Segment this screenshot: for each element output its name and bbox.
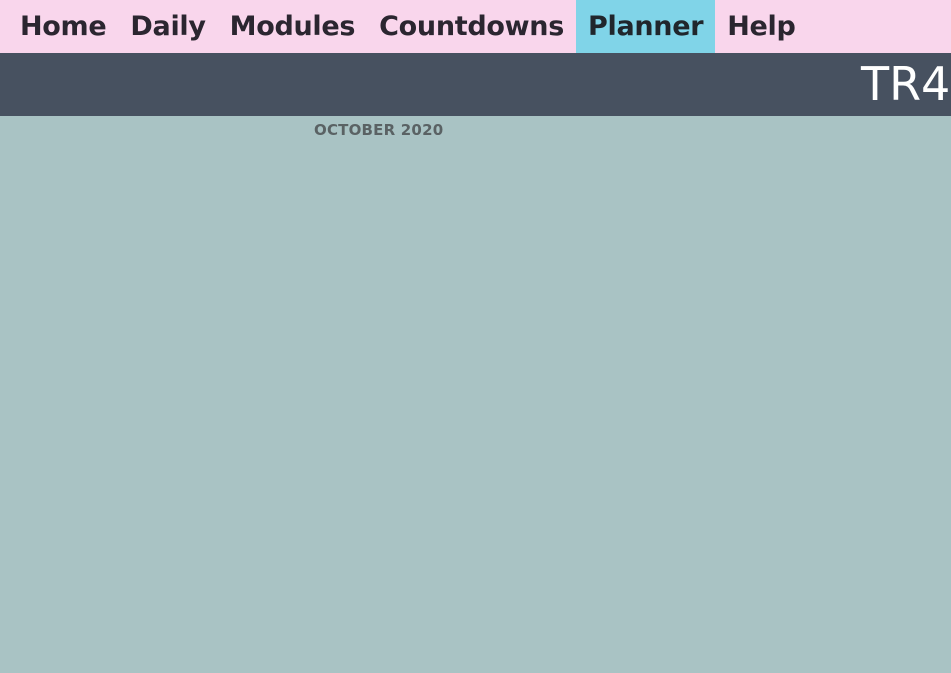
page-title: TR46 bbox=[861, 57, 951, 111]
month-label: OCTOBER 2020 bbox=[314, 121, 444, 139]
header-bar: TR46 bbox=[0, 53, 951, 116]
nav-daily[interactable]: Daily bbox=[118, 0, 217, 53]
nav-planner[interactable]: Planner bbox=[576, 0, 716, 53]
nav-help[interactable]: Help bbox=[715, 0, 807, 53]
nav-home[interactable]: Home bbox=[8, 0, 118, 53]
nav-modules[interactable]: Modules bbox=[218, 0, 368, 53]
top-nav: Home Daily Modules Countdowns Planner He… bbox=[0, 0, 951, 53]
nav-countdowns[interactable]: Countdowns bbox=[367, 0, 576, 53]
